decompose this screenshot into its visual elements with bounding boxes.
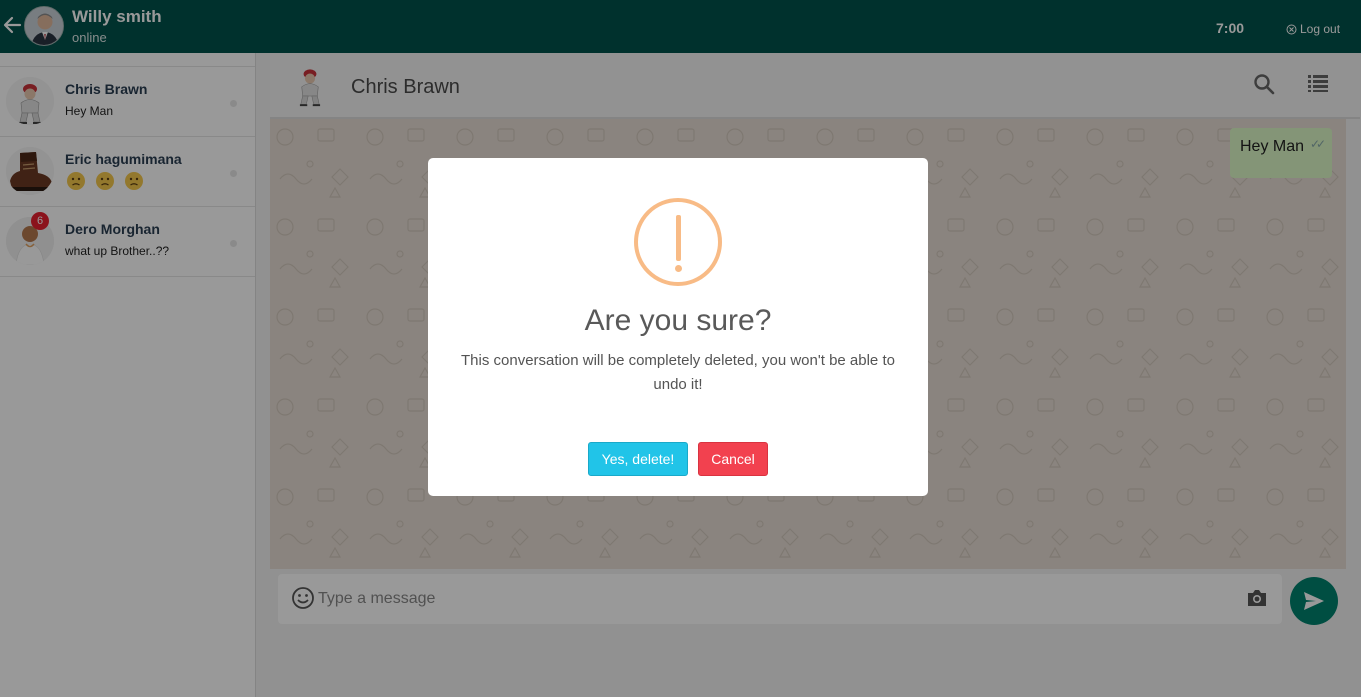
dialog-message: This conversation will be completely del… (461, 352, 895, 393)
cancel-button[interactable]: Cancel (698, 442, 768, 476)
delete-confirmation-dialog: Are you sure? This conversation will be … (428, 158, 928, 496)
dialog-title: Are you sure? (584, 304, 772, 337)
warning-icon (634, 198, 722, 286)
confirm-delete-button[interactable]: Yes, delete! (588, 442, 688, 476)
